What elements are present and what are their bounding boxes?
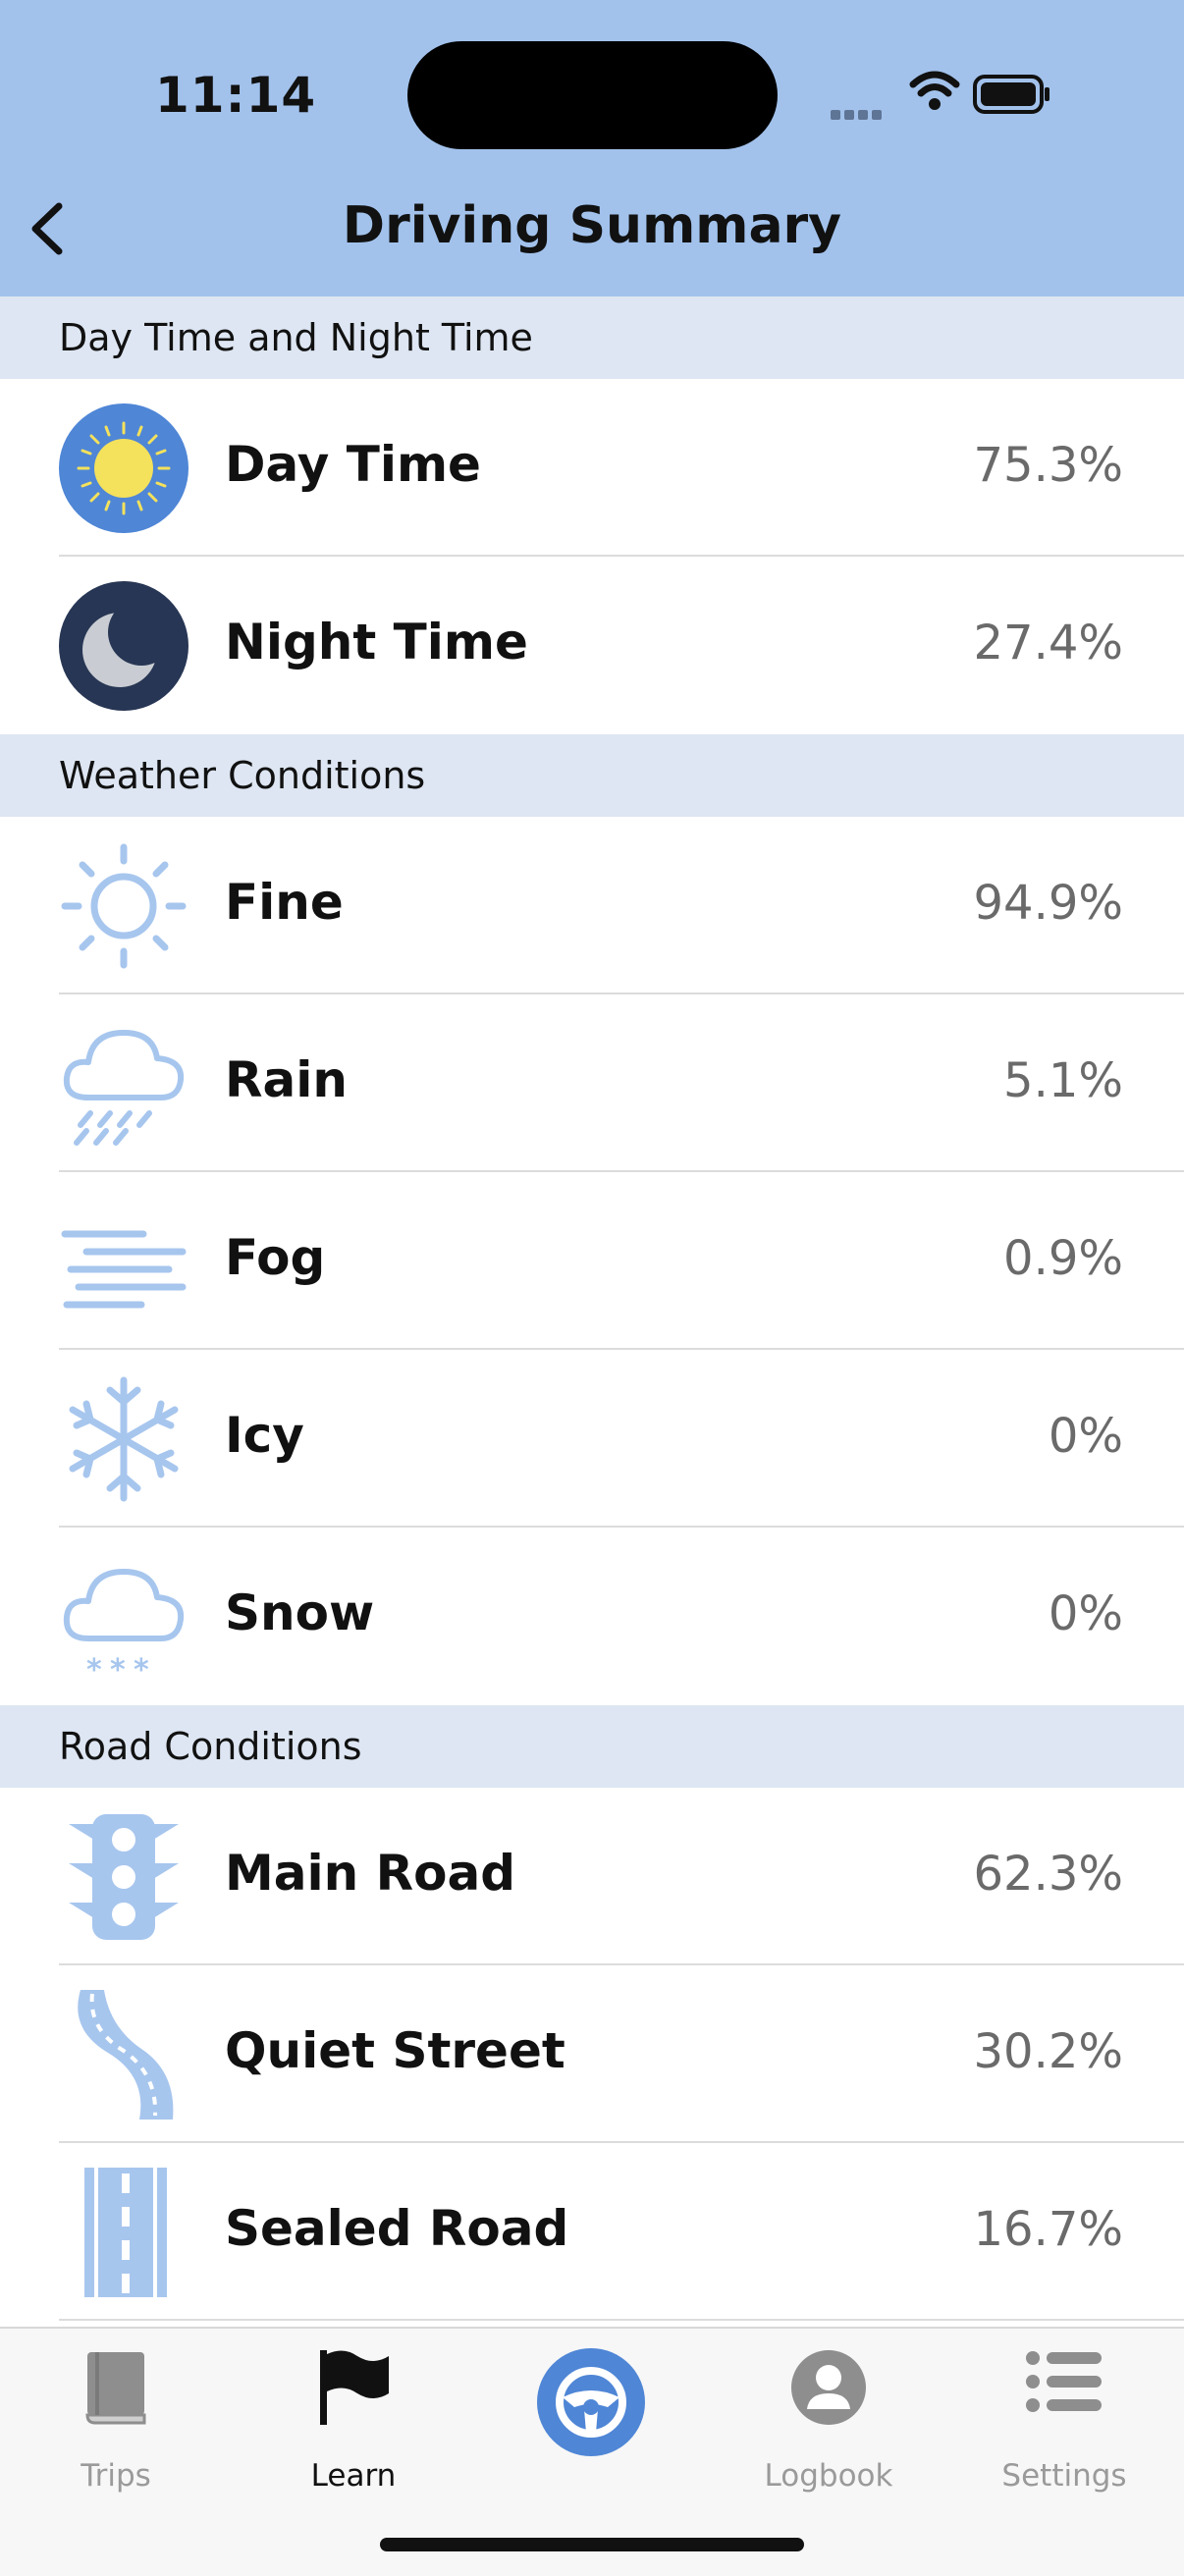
- list-icon: [1026, 2351, 1102, 2412]
- row-rain[interactable]: Rain 5.1%: [0, 994, 1184, 1172]
- row-main-road[interactable]: Main Road 62.3%: [0, 1788, 1184, 1965]
- straight-road-icon: [84, 2168, 167, 2297]
- status-icons: [831, 61, 1184, 130]
- tab-drive[interactable]: [493, 2348, 689, 2515]
- section-header-weather: Weather Conditions: [0, 734, 1184, 817]
- sun-badge-icon: [59, 403, 188, 533]
- row-value: 62.3%: [973, 1847, 1123, 1902]
- signal-icon: [831, 105, 886, 124]
- section-header-day-night: Day Time and Night Time: [0, 296, 1184, 379]
- row-value: 0%: [1048, 1409, 1123, 1464]
- svg-text:*: *: [86, 1653, 102, 1682]
- row-label: Icy: [225, 1407, 304, 1464]
- traffic-light-icon: [69, 1814, 179, 1940]
- tab-label: Logbook: [764, 2458, 893, 2494]
- row-value: 0.9%: [1003, 1231, 1123, 1286]
- divider: [59, 2319, 1184, 2321]
- row-value: 94.9%: [973, 876, 1123, 931]
- row-night-time[interactable]: Night Time 27.4%: [0, 557, 1184, 734]
- row-label: Fine: [225, 874, 344, 931]
- person-icon: [791, 2350, 866, 2425]
- tab-logbook[interactable]: Logbook: [730, 2348, 927, 2515]
- section-title: Day Time and Night Time: [59, 316, 533, 359]
- row-value: 75.3%: [973, 438, 1123, 493]
- svg-text:*: *: [134, 1653, 149, 1682]
- row-value: 16.7%: [973, 2202, 1123, 2257]
- battery-icon: [973, 75, 1049, 114]
- rain-cloud-icon: [63, 1030, 185, 1146]
- row-label: Night Time: [225, 614, 528, 671]
- svg-text:*: *: [110, 1653, 126, 1682]
- row-label: Rain: [225, 1051, 348, 1108]
- row-fog[interactable]: Fog 0.9%: [0, 1172, 1184, 1350]
- fog-icon: [61, 1230, 187, 1309]
- winding-road-icon: [78, 1990, 174, 2120]
- section-title: Road Conditions: [59, 1725, 362, 1768]
- row-label: Sealed Road: [225, 2200, 569, 2257]
- book-icon: [85, 2352, 146, 2425]
- row-icy[interactable]: Icy 0%: [0, 1350, 1184, 1528]
- flag-icon: [320, 2350, 389, 2425]
- row-label: Day Time: [225, 436, 481, 493]
- row-label: Main Road: [225, 1845, 516, 1902]
- sun-icon: [61, 843, 187, 969]
- tab-settings[interactable]: Settings: [966, 2348, 1162, 2515]
- row-quiet-street[interactable]: Quiet Street 30.2%: [0, 1965, 1184, 2143]
- tab-label: Learn: [310, 2458, 397, 2494]
- row-label: Quiet Street: [225, 2022, 565, 2079]
- page-title: Driving Summary: [342, 196, 842, 255]
- section-header-road: Road Conditions: [0, 1705, 1184, 1788]
- section-title: Weather Conditions: [59, 754, 426, 797]
- row-snow[interactable]: * * * Snow 0%: [0, 1528, 1184, 1705]
- row-label: Snow: [225, 1584, 375, 1641]
- row-value: 27.4%: [973, 616, 1123, 671]
- snow-cloud-icon: * * *: [63, 1569, 185, 1682]
- steering-wheel-icon: [537, 2348, 645, 2456]
- dynamic-island: [407, 41, 778, 149]
- tab-learn[interactable]: Learn: [255, 2348, 452, 2515]
- tab-label: Trips: [81, 2458, 151, 2494]
- tab-trips[interactable]: Trips: [18, 2348, 214, 2515]
- header-bar: 11:14 Driving Summary: [0, 0, 1184, 298]
- row-value: 30.2%: [973, 2024, 1123, 2079]
- row-fine[interactable]: Fine 94.9%: [0, 817, 1184, 994]
- snowflake-icon: [69, 1376, 179, 1502]
- row-label: Fog: [225, 1229, 326, 1286]
- home-indicator: [380, 2538, 804, 2551]
- wifi-icon: [909, 71, 960, 110]
- status-time: 11:14: [155, 67, 317, 124]
- moon-badge-icon: [59, 581, 188, 711]
- row-value: 0%: [1048, 1586, 1123, 1641]
- row-value: 5.1%: [1003, 1053, 1123, 1108]
- row-sealed-road[interactable]: Sealed Road 16.7%: [0, 2143, 1184, 2321]
- tab-label: Settings: [1001, 2458, 1127, 2494]
- row-day-time[interactable]: Day Time 75.3%: [0, 379, 1184, 557]
